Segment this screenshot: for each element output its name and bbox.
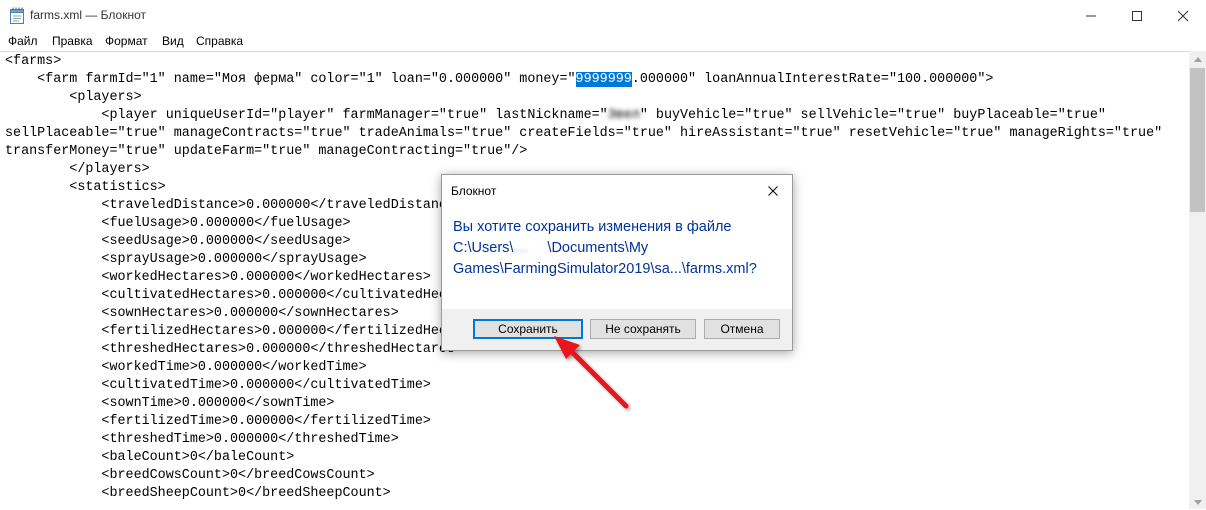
annotation-arrow — [554, 336, 629, 409]
arrow-shaft — [565, 345, 629, 409]
